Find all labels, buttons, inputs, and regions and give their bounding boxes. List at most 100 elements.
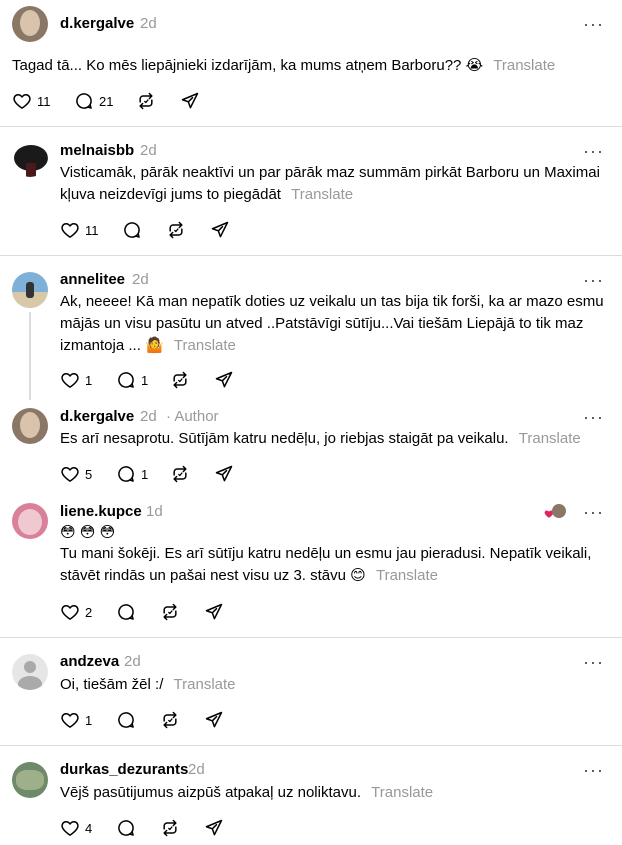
- username[interactable]: d.kergalve: [60, 408, 134, 425]
- share-button[interactable]: [214, 463, 234, 485]
- translate-link[interactable]: Translate: [291, 186, 353, 203]
- more-icon[interactable]: ···: [583, 271, 604, 289]
- more-icon[interactable]: ···: [583, 408, 604, 426]
- emoji-row: 😳 😳 😳: [60, 524, 116, 541]
- share-button[interactable]: [204, 709, 224, 731]
- heart-icon: [60, 818, 80, 838]
- avatar[interactable]: [12, 272, 48, 308]
- repost-button[interactable]: [166, 219, 186, 241]
- heart-icon: [60, 464, 80, 484]
- like-button[interactable]: 4: [60, 817, 92, 839]
- repost-button[interactable]: [160, 817, 180, 839]
- emoji-smile: 😊: [350, 567, 366, 584]
- post-6: durkas_dezurants 2d ··· Vējš pasūtijumus…: [0, 746, 622, 845]
- username[interactable]: andzeva: [60, 653, 119, 670]
- username[interactable]: durkas_dezurants: [60, 761, 188, 778]
- heart-icon: [12, 91, 32, 111]
- avatar[interactable]: [12, 408, 48, 444]
- reply-icon: [116, 710, 136, 730]
- share-icon: [214, 370, 234, 390]
- like-count: 5: [85, 466, 93, 482]
- timestamp[interactable]: 1d: [146, 503, 163, 520]
- more-icon[interactable]: ···: [583, 503, 604, 521]
- reply-button[interactable]: [116, 817, 136, 839]
- like-button[interactable]: 11: [12, 90, 51, 112]
- reply-icon: [116, 602, 136, 622]
- username[interactable]: melnaisbb: [60, 142, 134, 159]
- reply-button[interactable]: [116, 709, 136, 731]
- more-icon[interactable]: ···: [583, 653, 604, 671]
- post-4: liene.kupce 1d ··· 😳 😳 😳 Tu mani šokēji.…: [0, 495, 622, 635]
- reply-button[interactable]: [116, 601, 136, 623]
- post-body: Es arī nesaprotu. Sūtījām katru nedēļu, …: [60, 430, 509, 447]
- post-2: annelitee 2d ··· Ak, neeee! Kā man nepat…: [0, 256, 622, 396]
- reply-icon: [74, 91, 94, 111]
- reply-count: 21: [99, 93, 114, 109]
- author-label: · Author: [166, 408, 219, 425]
- post-body: Tagad tā... Ko mēs liepājnieki izdarījām…: [12, 57, 462, 74]
- reply-button[interactable]: 21: [74, 90, 113, 112]
- timestamp[interactable]: 2d: [140, 408, 157, 425]
- like-button[interactable]: 11: [60, 219, 99, 241]
- translate-link[interactable]: Translate: [174, 676, 236, 693]
- reply-button[interactable]: [122, 219, 142, 241]
- repost-icon: [136, 91, 156, 111]
- timestamp[interactable]: 2d: [124, 653, 141, 670]
- timestamp[interactable]: 2d: [140, 15, 157, 32]
- more-icon[interactable]: ···: [583, 142, 604, 160]
- post-5: andzeva 2d ··· Oi, tiešām žēl :/ Transla…: [0, 638, 622, 744]
- share-button[interactable]: [214, 369, 234, 391]
- repost-button[interactable]: [160, 709, 180, 731]
- post-body: Oi, tiešām žēl :/: [60, 676, 164, 693]
- repost-icon: [170, 464, 190, 484]
- post-0: d.kergalve 2d ··· Tagad tā... Ko mēs lie…: [0, 0, 622, 126]
- timestamp[interactable]: 2d: [188, 761, 205, 778]
- share-button[interactable]: [204, 817, 224, 839]
- liked-by-indicator[interactable]: [544, 503, 568, 521]
- heart-icon: [60, 710, 80, 730]
- avatar[interactable]: [12, 503, 48, 539]
- reply-button[interactable]: 1: [116, 463, 148, 485]
- like-count: 2: [85, 604, 93, 620]
- repost-button[interactable]: [170, 369, 190, 391]
- share-button[interactable]: [210, 219, 230, 241]
- username[interactable]: d.kergalve: [60, 15, 134, 32]
- emoji-shrug: 🤷: [145, 337, 164, 354]
- avatar[interactable]: [12, 762, 48, 798]
- timestamp[interactable]: 2d: [140, 142, 157, 159]
- share-icon: [204, 818, 224, 838]
- translate-link[interactable]: Translate: [376, 567, 438, 584]
- avatar[interactable]: [12, 654, 48, 690]
- translate-link[interactable]: Translate: [174, 337, 236, 354]
- share-button[interactable]: [204, 601, 224, 623]
- reply-count: 1: [141, 372, 149, 388]
- translate-link[interactable]: Translate: [493, 57, 555, 74]
- heart-icon: [60, 602, 80, 622]
- username[interactable]: liene.kupce: [60, 503, 142, 520]
- timestamp[interactable]: 2d: [132, 271, 149, 288]
- repost-icon: [160, 818, 180, 838]
- like-button[interactable]: 1: [60, 369, 92, 391]
- reply-button[interactable]: 1: [116, 369, 148, 391]
- reply-icon: [116, 818, 136, 838]
- username[interactable]: annelitee: [60, 271, 125, 288]
- share-icon: [204, 710, 224, 730]
- like-button[interactable]: 5: [60, 463, 92, 485]
- translate-link[interactable]: Translate: [371, 784, 433, 801]
- avatar[interactable]: [12, 6, 48, 42]
- more-icon[interactable]: ···: [583, 761, 604, 779]
- more-icon[interactable]: ···: [583, 15, 604, 33]
- reply-icon: [116, 464, 136, 484]
- repost-button[interactable]: [160, 601, 180, 623]
- translate-link[interactable]: Translate: [519, 430, 581, 447]
- liker-avatar: [552, 504, 566, 518]
- repost-button[interactable]: [136, 90, 156, 112]
- repost-button[interactable]: [170, 463, 190, 485]
- repost-icon: [160, 602, 180, 622]
- like-count: 1: [85, 712, 93, 728]
- emoji-crying: 😭: [465, 57, 484, 74]
- like-button[interactable]: 2: [60, 601, 92, 623]
- share-button[interactable]: [180, 90, 200, 112]
- avatar[interactable]: [12, 141, 48, 177]
- like-button[interactable]: 1: [60, 709, 92, 731]
